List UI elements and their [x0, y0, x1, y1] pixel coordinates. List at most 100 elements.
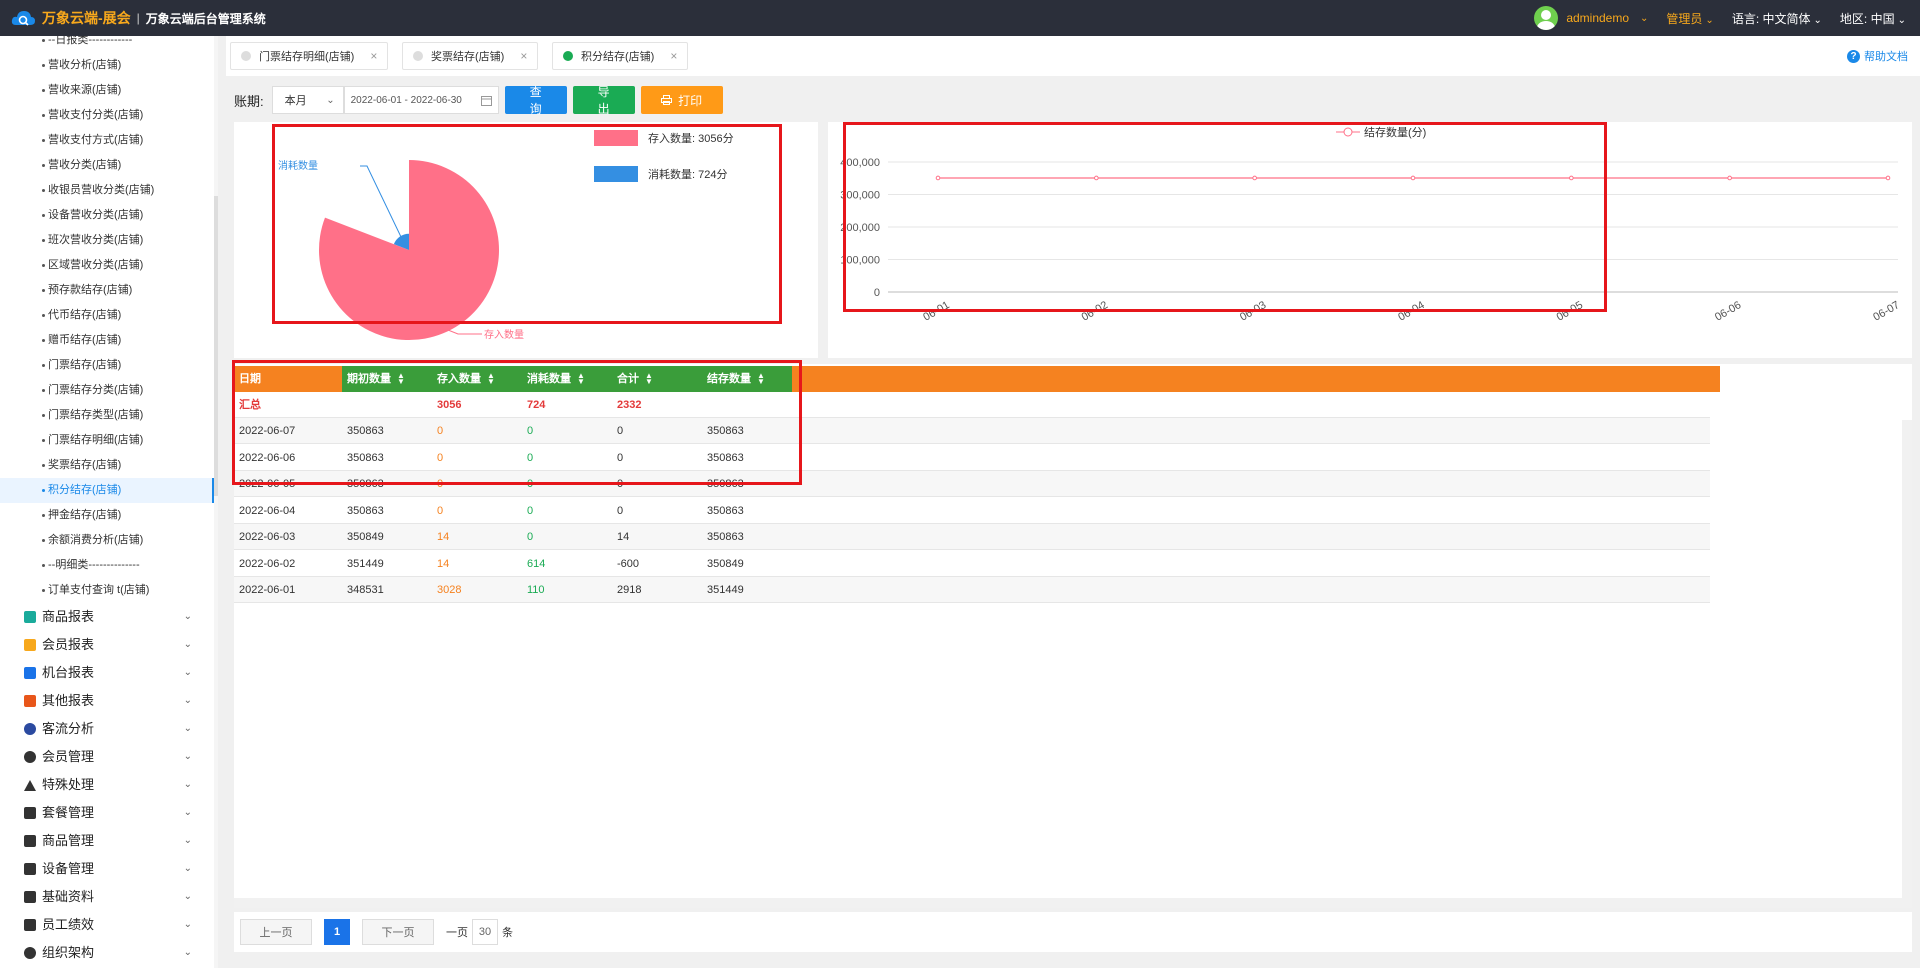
sidebar-subitem[interactable]: 门票结存类型(店铺): [0, 403, 218, 428]
table-cell: 2022-06-04: [239, 504, 296, 517]
sidebar-group[interactable]: 员工绩效 ⌄: [0, 911, 218, 939]
tab-item[interactable]: 奖票结存(店铺) ×: [402, 42, 539, 70]
region-menu[interactable]: 地区: 中国 ⌄: [1840, 10, 1906, 27]
query-button[interactable]: 查询: [504, 85, 567, 116]
sidebar-group[interactable]: 套餐管理 ⌄: [0, 799, 218, 827]
x-tick-label: 06-02: [1080, 299, 1110, 323]
y-tick-label: 200,000: [840, 222, 880, 234]
table-scrollbar-horizontal[interactable]: [234, 898, 1902, 908]
sidebar-group-label: 商品管理: [42, 833, 95, 848]
close-icon[interactable]: ×: [370, 49, 377, 63]
table-row[interactable]: 2022-06-05 350863 0 0 0 350863: [234, 471, 1710, 497]
sidebar-subitem[interactable]: 门票结存(店铺): [0, 353, 218, 378]
next-page-button[interactable]: 下一页: [362, 919, 434, 945]
sidebar-group[interactable]: 商品报表 ⌄: [0, 603, 218, 631]
table-cell: [342, 392, 432, 418]
table-row[interactable]: 2022-06-04 350863 0 0 0 350863: [234, 498, 1710, 524]
user-menu[interactable]: admindemo ⌄: [1534, 6, 1648, 30]
page-number-current[interactable]: 1: [324, 919, 350, 945]
sort-icon[interactable]: ▲ ▼: [757, 372, 765, 386]
table-row[interactable]: 2022-06-03 350849 14 0 14 350863: [234, 524, 1710, 550]
sidebar-group[interactable]: 客流分析 ⌄: [0, 715, 218, 743]
sidebar-group[interactable]: 其他报表 ⌄: [0, 687, 218, 715]
table-cell: 351449: [707, 584, 744, 596]
sidebar-subitem[interactable]: 订单支付查询 t(店铺): [0, 578, 218, 603]
y-tick-label: 100,000: [840, 255, 880, 267]
legend-swatch[interactable]: [594, 166, 638, 182]
sort-icon[interactable]: ▲ ▼: [645, 372, 653, 386]
data-point[interactable]: [1885, 175, 1891, 181]
sidebar-group[interactable]: 基础资料 ⌄: [0, 883, 218, 911]
data-point[interactable]: [1410, 175, 1416, 181]
sidebar-subitem-label: 营收分析(店铺): [48, 59, 122, 71]
table-cell: 348531: [347, 584, 384, 596]
table-row[interactable]: 2022-06-07 350863 0 0 0 350863: [234, 418, 1710, 444]
data-point[interactable]: [1569, 175, 1574, 181]
table-row[interactable]: 2022-06-06 350863 0 0 0 350863: [234, 445, 1710, 471]
sidebar-subitem[interactable]: 赠币结存(店铺): [0, 328, 218, 353]
org-icon: [24, 947, 36, 959]
table-cell: 0: [617, 451, 624, 464]
sidebar-subitem[interactable]: --日报类------------: [0, 36, 218, 53]
sidebar-scrollbar[interactable]: [214, 36, 218, 968]
table-row[interactable]: 2022-06-01 348531 3028 110 2918 351449: [234, 577, 1710, 603]
sidebar-group[interactable]: 特殊处理 ⌄: [0, 771, 218, 799]
tab-item[interactable]: 积分结存(店铺) ×: [552, 42, 689, 70]
table-header-cell[interactable]: 消耗数量 ▲ ▼: [522, 366, 612, 392]
sidebar-subitem[interactable]: 门票结存明细(店铺): [0, 428, 218, 453]
print-button[interactable]: 打印: [640, 86, 723, 114]
sidebar-group[interactable]: 会员报表 ⌄: [0, 631, 218, 659]
sort-icon[interactable]: ▲ ▼: [577, 372, 585, 386]
table-header-cell[interactable]: 合计 ▲ ▼: [612, 366, 702, 392]
legend-marker: [1343, 127, 1353, 137]
sidebar-group[interactable]: 机台报表 ⌄: [0, 659, 218, 687]
sidebar-subitem[interactable]: 营收支付分类(店铺): [0, 103, 218, 128]
sidebar-subitem[interactable]: 班次营收分类(店铺): [0, 228, 218, 253]
sidebar-subitem[interactable]: 区域营收分类(店铺): [0, 253, 218, 278]
role-menu[interactable]: 管理员 ⌄: [1666, 10, 1713, 27]
close-icon[interactable]: ×: [670, 49, 677, 63]
sort-icon[interactable]: ▲ ▼: [487, 372, 495, 386]
legend-swatch[interactable]: [594, 130, 638, 146]
sidebar-subitem[interactable]: 营收来源(店铺): [0, 78, 218, 103]
export-button[interactable]: 导出: [572, 85, 635, 116]
table-row[interactable]: 2022-06-02 351449 14 614 -600 350849: [234, 551, 1710, 577]
close-icon[interactable]: ×: [520, 49, 527, 63]
table-scrollbar-vertical[interactable]: [1902, 420, 1912, 908]
sidebar-group[interactable]: 商品管理 ⌄: [0, 827, 218, 855]
table-summary-row[interactable]: 汇总 3056 724 2332: [234, 392, 1710, 418]
sidebar-subitem[interactable]: 预存款结存(店铺): [0, 278, 218, 303]
sidebar-subitem[interactable]: 营收分类(店铺): [0, 153, 218, 178]
sort-icon[interactable]: ▲ ▼: [397, 372, 405, 386]
sidebar-subitem[interactable]: 积分结存(店铺): [0, 478, 218, 503]
sidebar-subitem[interactable]: --明细类--------------: [0, 553, 218, 578]
sidebar-subitem[interactable]: 门票结存分类(店铺): [0, 378, 218, 403]
period-select[interactable]: 本月 ⌄: [271, 86, 344, 114]
data-point[interactable]: [1727, 175, 1732, 181]
language-menu[interactable]: 语言: 中文简体 ⌄: [1732, 10, 1822, 27]
page-size-input[interactable]: 30: [472, 919, 498, 945]
prev-page-button[interactable]: 上一页: [240, 919, 312, 945]
sidebar-group[interactable]: 组织架构 ⌄: [0, 939, 218, 967]
table-header-cell[interactable]: 期初数量 ▲ ▼: [342, 366, 432, 392]
sidebar-group[interactable]: 设备管理 ⌄: [0, 855, 218, 883]
sidebar-subitem[interactable]: 奖票结存(店铺): [0, 453, 218, 478]
sidebar-subitem[interactable]: 营收分析(店铺): [0, 53, 218, 78]
data-point[interactable]: [1094, 175, 1099, 181]
chevron-down-icon: ⌄: [183, 611, 192, 622]
help-link[interactable]: ? 帮助文档: [1847, 48, 1908, 64]
data-point[interactable]: [1252, 175, 1257, 181]
table-cell: 14: [437, 557, 450, 570]
data-point[interactable]: [935, 175, 941, 181]
table-header-cell[interactable]: 存入数量 ▲ ▼: [432, 366, 522, 392]
tab-item[interactable]: 门票结存明细(店铺) ×: [230, 42, 389, 70]
sidebar-group[interactable]: 会员管理 ⌄: [0, 743, 218, 771]
sidebar-subitem[interactable]: 营收支付方式(店铺): [0, 128, 218, 153]
table-header-cell[interactable]: 结存数量 ▲ ▼: [702, 366, 792, 392]
sidebar-subitem[interactable]: 押金结存(店铺): [0, 503, 218, 528]
date-range-input[interactable]: 2022-06-01 - 2022-06-30: [343, 86, 499, 114]
sidebar-subitem[interactable]: 设备营收分类(店铺): [0, 203, 218, 228]
sidebar-subitem[interactable]: 收银员营收分类(店铺): [0, 178, 218, 203]
sidebar-subitem[interactable]: 余额消费分析(店铺): [0, 528, 218, 553]
sidebar-subitem[interactable]: 代币结存(店铺): [0, 303, 218, 328]
